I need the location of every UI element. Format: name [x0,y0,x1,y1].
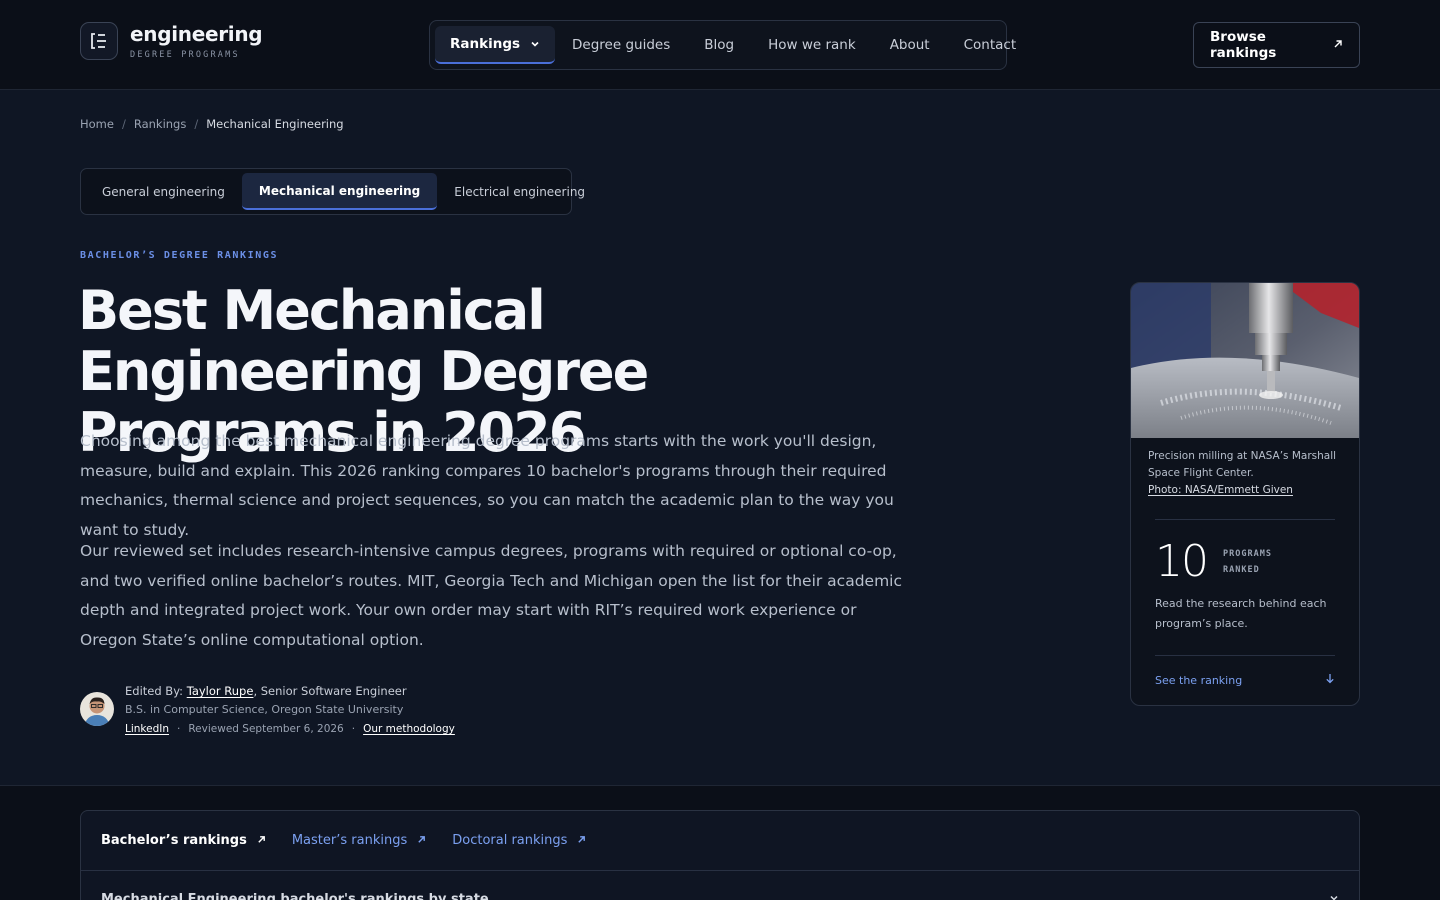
meta-dot: · [177,723,181,735]
see-ranking-label: See the ranking [1155,673,1243,687]
arrow-up-right-icon [417,833,426,848]
nav-item-degree-guides[interactable]: Degree guides [555,26,687,64]
tab-mechanical-engineering[interactable]: Mechanical engineering [241,173,438,210]
author-credential: B.S. in Computer Science, Oregon State U… [125,703,404,716]
photo-caption: Precision milling at NASA’s Marshall Spa… [1131,438,1359,499]
rankings-by-state-row[interactable]: Mechanical Engineering bachelor's rankin… [81,871,1359,900]
logo-mark-icon [80,22,118,60]
author-info: Edited By: Taylor Rupe, Senior Software … [125,682,455,739]
arrow-up-right-icon [577,833,586,848]
author-name-link[interactable]: Taylor Rupe [187,684,254,698]
ranking-summary-card: Precision milling at NASA’s Marshall Spa… [1130,282,1360,706]
eyebrow-label: BACHELOR’S DEGREE RANKINGS [80,250,279,261]
nav-item-blog[interactable]: Blog [687,26,751,64]
chevron-down-icon [530,39,540,49]
see-ranking-link[interactable]: See the ranking [1155,673,1335,687]
avatar [80,692,114,726]
arrow-up-right-icon [1333,37,1343,53]
breadcrumb-separator: / [194,117,199,131]
degree-level-panel: Bachelor’s rankings Master’s rankings Do… [80,810,1360,900]
rankings-by-state-label: Mechanical Engineering bachelor's rankin… [101,892,489,900]
arrow-down-icon [1325,673,1335,687]
tab-bachelors-rankings[interactable]: Bachelor’s rankings [101,833,266,848]
tab-general-engineering[interactable]: General engineering [85,173,242,210]
intro-paragraph-1: Choosing among the best mechanical engin… [80,432,894,539]
stat-label: PROGRAMS RANKED [1223,546,1272,578]
reviewed-date: Reviewed September 6, 2026 [188,723,344,735]
tab-electrical-engineering[interactable]: Electrical engineering [437,173,602,210]
breadcrumb-current: Mechanical Engineering [206,117,344,131]
stat-label-line: PROGRAMS [1223,549,1272,559]
programs-ranked-stat: 10 PROGRAMS RANKED [1131,520,1359,594]
methodology-link[interactable]: Our methodology [363,720,455,739]
chevron-down-icon [1329,892,1339,900]
breadcrumb-separator: / [121,117,126,131]
author-byline: Edited By: Taylor Rupe, Senior Software … [80,682,455,739]
edited-by-label: Edited By: [125,684,184,698]
browse-rankings-button[interactable]: Browse rankings [1193,22,1360,68]
logo-name: engineering [130,22,263,46]
breadcrumb: Home / Rankings / Mechanical Engineering [80,117,344,131]
author-meta: LinkedIn · Reviewed September 6, 2026 · … [125,720,455,739]
milling-photo [1131,283,1359,438]
stat-description: Read the research behind each program’s … [1155,597,1327,630]
nav-item-rankings[interactable]: Rankings [435,26,556,64]
breadcrumb-home[interactable]: Home [80,117,114,131]
breadcrumb-rankings[interactable]: Rankings [134,117,187,131]
tab-label: Doctoral rankings [452,833,568,848]
degree-level-tabs: Bachelor’s rankings Master’s rankings Do… [81,811,1359,871]
discipline-tabs: General engineering Mechanical engineeri… [80,168,585,215]
photo-credit-link[interactable]: Photo: NASA/Emmett Given [1148,484,1293,496]
browse-rankings-label: Browse rankings [1210,29,1277,61]
logo-text: engineering DEGREE PROGRAMS [130,22,263,60]
tab-label: Master’s rankings [291,833,408,848]
linkedin-link[interactable]: LinkedIn [125,720,169,739]
nav-item-label: Rankings [450,36,521,52]
card-divider [1155,655,1335,656]
nav-item-contact[interactable]: Contact [947,26,1034,64]
nav-item-how-we-rank[interactable]: How we rank [751,26,873,64]
intro-paragraph-2: Our reviewed set includes research-inten… [80,542,902,649]
arrow-up-right-icon [257,833,266,848]
stat-label-line: RANKED [1223,565,1260,575]
site-logo[interactable]: engineering DEGREE PROGRAMS [80,22,263,60]
nav-item-about[interactable]: About [873,26,947,64]
author-line: Edited By: Taylor Rupe, Senior Software … [125,682,455,700]
meta-dot: · [351,723,356,735]
caption-text: Precision milling at NASA’s Marshall Spa… [1148,450,1337,479]
main-nav: Rankings Degree guides Blog How we rank … [429,20,1016,70]
author-role: , Senior Software Engineer [253,684,407,698]
tab-label: Bachelor’s rankings [101,833,247,848]
tab-masters-rankings[interactable]: Master’s rankings [292,833,426,848]
site-header: engineering DEGREE PROGRAMS Rankings Deg… [0,0,1440,90]
stat-number: 10 [1155,536,1209,587]
logo-subtitle: DEGREE PROGRAMS [130,50,240,60]
tab-doctoral-rankings[interactable]: Doctoral rankings [452,833,586,848]
